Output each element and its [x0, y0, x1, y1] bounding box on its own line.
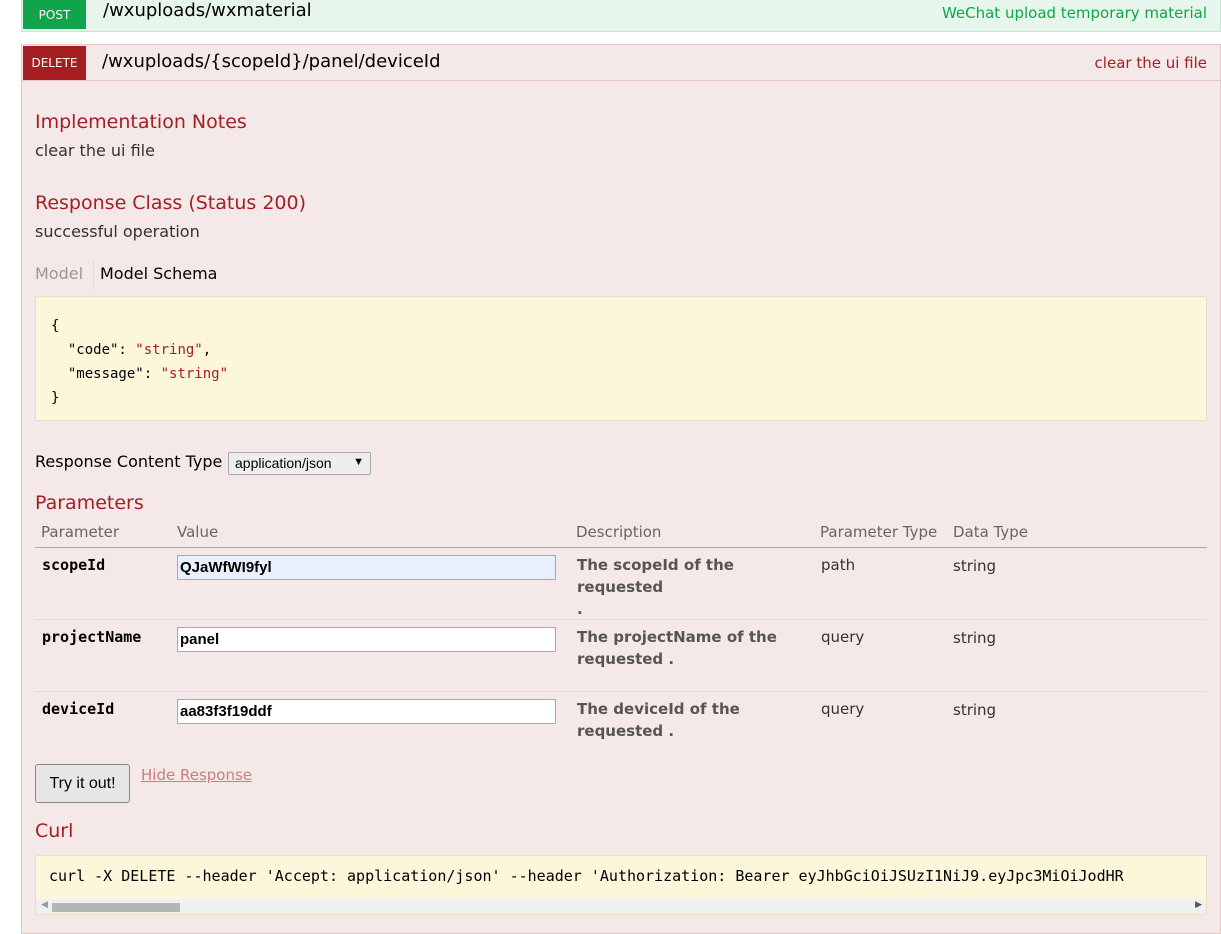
- param-type-projectname: query: [821, 628, 865, 646]
- col-header-value: Value: [177, 523, 219, 541]
- post-summary[interactable]: WeChat upload temporary material: [942, 4, 1207, 22]
- param-desc-scopeid: The scopeId of the requested.: [577, 556, 734, 618]
- param-input-scopeid[interactable]: QJaWfWI9fyl: [177, 555, 556, 580]
- model-schema-box: { "code": "string", "message": "string" …: [35, 296, 1207, 421]
- col-header-description: Description: [576, 523, 662, 541]
- param-desc-deviceid: The deviceId of the requested .: [577, 700, 740, 740]
- implementation-notes-text: clear the ui file: [35, 141, 155, 160]
- response-content-type-label: Response Content Type: [35, 452, 223, 471]
- schema-code-key: "code":: [51, 342, 136, 358]
- response-class-text: successful operation: [35, 222, 200, 241]
- try-it-out-button[interactable]: Try it out!: [35, 764, 130, 803]
- delete-summary[interactable]: clear the ui file: [1095, 54, 1207, 72]
- scroll-thumb[interactable]: [52, 903, 180, 912]
- params-header-divider: [35, 547, 1207, 548]
- param-desc-projectname: The projectName of the requested .: [577, 628, 777, 668]
- param-input-projectname[interactable]: panel: [177, 627, 556, 652]
- col-header-parameter: Parameter: [41, 523, 120, 541]
- schema-message-value: "string": [160, 366, 229, 382]
- param-name-deviceid: deviceId: [42, 700, 115, 718]
- response-content-type-select[interactable]: application/json ▼: [228, 452, 371, 475]
- post-method-badge[interactable]: POST: [23, 0, 86, 29]
- scroll-right-arrow-icon[interactable]: ▶: [1195, 900, 1202, 910]
- delete-operation-heading[interactable]: DELETE /wxuploads/{scopeId}/panel/device…: [22, 45, 1220, 81]
- param-datatype-projectname: string: [953, 629, 997, 647]
- response-class-title: Response Class (Status 200): [35, 192, 306, 214]
- tab-model[interactable]: Model: [35, 264, 83, 283]
- post-operation-heading[interactable]: POST /wxuploads/wxmaterial WeChat upload…: [21, 0, 1221, 32]
- hide-response-link[interactable]: Hide Response: [141, 766, 252, 784]
- schema-close-brace: }: [51, 390, 60, 406]
- delete-method-badge[interactable]: DELETE: [23, 46, 86, 80]
- schema-message-key: "message":: [51, 366, 161, 382]
- delete-operation: DELETE /wxuploads/{scopeId}/panel/device…: [21, 44, 1221, 934]
- tab-model-schema[interactable]: Model Schema: [100, 264, 217, 283]
- schema-code-value: "string": [135, 342, 203, 358]
- param-name-scopeid: scopeId: [42, 556, 106, 574]
- post-path[interactable]: /wxuploads/wxmaterial: [103, 0, 312, 21]
- curl-title: Curl: [35, 820, 74, 842]
- row-divider: [35, 691, 1207, 692]
- curl-command: curl -X DELETE --header 'Accept: applica…: [49, 867, 1124, 885]
- schema-comma: ,: [202, 342, 212, 358]
- tab-separator: [93, 260, 94, 290]
- param-input-deviceid[interactable]: aa83f3f19ddf: [177, 699, 556, 724]
- param-type-deviceid: query: [821, 700, 865, 718]
- delete-path[interactable]: /wxuploads/{scopeId}/panel/deviceId: [102, 51, 441, 72]
- curl-box: curl -X DELETE --header 'Accept: applica…: [35, 855, 1207, 915]
- response-content-type-value: application/json: [235, 455, 332, 471]
- param-datatype-deviceid: string: [953, 701, 997, 719]
- schema-open-brace: {: [51, 318, 60, 334]
- curl-horizontal-scrollbar[interactable]: ◀ ▶: [36, 899, 1206, 914]
- scroll-left-arrow-icon[interactable]: ◀: [41, 900, 48, 910]
- col-header-parameter-type: Parameter Type: [820, 523, 938, 541]
- param-name-projectname: projectName: [42, 628, 142, 646]
- implementation-notes-title: Implementation Notes: [35, 111, 247, 133]
- parameters-title: Parameters: [35, 492, 144, 514]
- row-divider: [35, 619, 1207, 620]
- col-header-data-type: Data Type: [953, 523, 1029, 541]
- dropdown-arrow-icon: ▼: [353, 456, 364, 468]
- param-datatype-scopeid: string: [953, 557, 997, 575]
- param-type-scopeid: path: [821, 556, 856, 574]
